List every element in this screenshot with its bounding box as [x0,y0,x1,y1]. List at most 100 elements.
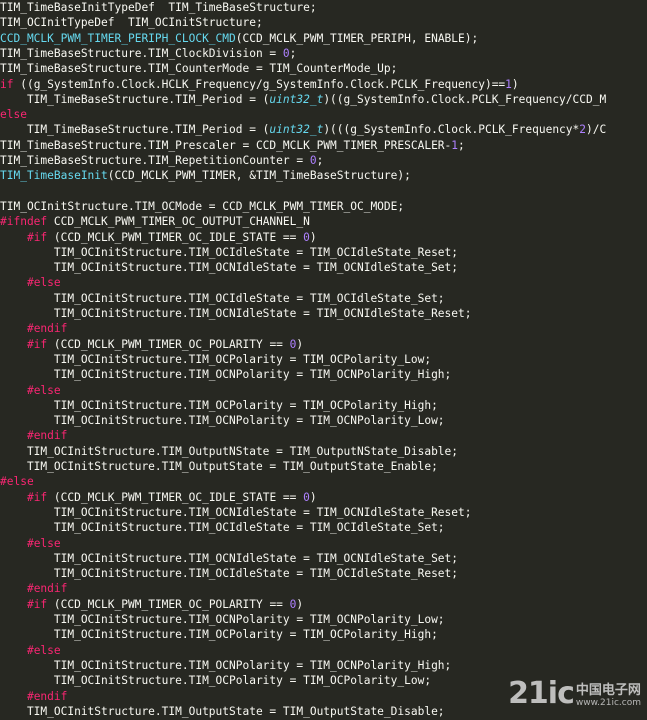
code-line: TIM_TimeBaseStructure.TIM_ClockDivision … [0,46,296,61]
code-line: #else [0,643,61,658]
code-line: TIM_TimeBaseInit(CCD_MCLK_PWM_TIMER, &TI… [0,168,411,183]
code-line: #endif [0,428,67,443]
code-token: CCD_MCLK_PWM_TIMER_PERIPH_CLOCK_CMD [0,31,236,45]
code-line: TIM_OCInitTypeDef TIM_OCInitStructure; [0,15,263,30]
code-token: TIM_OCInitStructure.TIM_OutputState = TI… [0,704,445,718]
code-line: TIM_OCInitStructure.TIM_OCMode = CCD_MCL… [0,199,404,214]
code-token: TIM_OCInitStructure.TIM_OCPolarity = TIM… [0,628,438,642]
code-line: TIM_OCInitStructure.TIM_OCPolarity = TIM… [0,352,431,367]
code-token: TIM_OCInitStructure.TIM_OutputState = TI… [0,460,438,473]
code-token: ) [309,230,317,244]
code-token: #ifndef [0,215,48,229]
code-token: ; [458,138,465,152]
code-line: TIM_OCInitStructure.TIM_OCIdleState = TI… [0,520,445,535]
code-token: uint32_t [269,123,324,137]
code-line: TIM_TimeBaseStructure.TIM_Period = (uint… [0,92,606,107]
code-line: TIM_OCInitStructure.TIM_OCIdleState = TI… [0,566,458,581]
code-line: CCD_MCLK_PWM_TIMER_PERIPH_CLOCK_CMD(CCD_… [0,31,478,46]
code-line: TIM_OCInitStructure.TIM_OCNIdleState = T… [0,306,472,321]
code-token: TIM_OCInitStructure.TIM_OCNPolarity = TI… [0,368,452,382]
code-line: TIM_OCInitStructure.TIM_OCNPolarity = TI… [0,612,445,627]
code-token: TIM_OCInitStructure.TIM_OCIdleState = TI… [0,567,459,581]
code-token: TIM_OCInitStructure.TIM_OCIdleState = TI… [0,521,445,535]
watermark: 21ic 中国电子网 www.21ic.com [481,670,641,716]
code-line: if ((g_SystemInfo.Clock.HCLK_Frequency/g… [0,77,519,92]
code-token: #else [26,643,61,657]
code-editor[interactable]: TIM_TimeBaseInitTypeDef TIM_TimeBaseStru… [0,0,647,720]
code-line: TIM_OCInitStructure.TIM_OCIdleState = TI… [0,291,445,306]
code-token: 0 [282,46,290,60]
code-token: ) [296,597,304,611]
code-token: ((g_SystemInfo.Clock.HCLK_Frequency/g_Sy… [13,77,506,91]
code-token: 0 [303,230,310,244]
code-line: #else [0,275,61,290]
code-line: TIM_OCInitStructure.TIM_OCNPolarity = TI… [0,413,445,428]
code-line: TIM_TimeBaseInitTypeDef TIM_TimeBaseStru… [0,0,317,15]
code-token: TIM_TimeBaseStructure.TIM_RepetitionCoun… [0,154,310,167]
code-line: TIM_OCInitStructure.TIM_OCNPolarity = TI… [0,367,451,382]
code-token: TIM_TimeBaseInit [0,169,108,183]
code-token: ; [289,46,297,60]
code-line: TIM_OCInitStructure.TIM_OCNIdleState = T… [0,505,472,520]
watermark-cn: 中国电子网 [575,682,641,698]
code-token: ) [309,490,317,504]
code-token: TIM_OCInitStructure.TIM_OCNIdleState = T… [0,261,459,275]
code-line: #else [0,536,61,551]
code-line: TIM_OCInitStructure.TIM_OCIdleState = TI… [0,245,458,260]
code-token: #else [0,475,34,489]
code-line: #if (CCD_MCLK_PWM_TIMER_OC_IDLE_STATE ==… [0,230,317,245]
code-token: )((g_SystemInfo.Clock.PCLK_Frequency/CCD… [323,92,607,106]
code-line: #endif [0,689,67,704]
code-line: TIM_TimeBaseStructure.TIM_CounterMode = … [0,61,397,76]
code-token: CCD_MCLK_PWM_TIMER_OC_OUTPUT_CHANNEL_N [47,215,310,229]
code-token: #endif [26,429,68,443]
code-token: TIM_OCInitStructure.TIM_OCMode = CCD_MCL… [0,199,405,213]
code-token: #else [26,383,61,397]
code-token: #if [26,230,48,244]
code-token: ) [296,337,304,351]
code-token: (CCD_MCLK_PWM_TIMER_OC_IDLE_STATE == [47,230,304,244]
watermark-url: www.21ic.com [575,697,641,708]
code-token: TIM_OCInitStructure.TIM_OCNPolarity = TI… [0,414,445,428]
code-token: #endif [26,582,68,596]
code-token: (CCD_MCLK_PWM_TIMER, &TIM_TimeBaseStruct… [107,169,411,183]
code-token: (CCD_MCLK_PWM_TIMER_PERIPH, ENABLE); [235,31,479,45]
code-token: TIM_TimeBaseStructure.TIM_Prescaler = CC… [0,138,452,152]
code-line: TIM_TimeBaseStructure.TIM_Period = (uint… [0,122,606,137]
code-token: else [0,108,27,122]
code-token: TIM_TimeBaseStructure.TIM_Period = ( [0,123,270,137]
code-token: TIM_OCInitStructure.TIM_OutputNState = T… [0,444,459,458]
code-token: TIM_OCInitStructure.TIM_OCIdleState = TI… [0,291,445,305]
code-line: TIM_OCInitStructure.TIM_OutputState = TI… [0,459,438,474]
code-line: TIM_OCInitStructure.TIM_OCPolarity = TIM… [0,627,438,642]
code-token: )/C [586,123,607,137]
code-token: TIM_OCInitStructure.TIM_OCNPolarity = TI… [0,658,452,672]
code-token: (CCD_MCLK_PWM_TIMER_OC_POLARITY == [47,597,290,611]
code-token: TIM_OCInitStructure.TIM_OCNIdleState = T… [0,551,459,565]
code-token: TIM_OCInitStructure.TIM_OCNIdleState = T… [0,307,472,320]
code-token: TIM_TimeBaseStructure.TIM_ClockDivision … [0,46,283,60]
code-token: 2 [579,123,587,137]
code-line: TIM_OCInitStructure.TIM_OutputNState = T… [0,444,458,459]
code-line: TIM_TimeBaseStructure.TIM_Prescaler = CC… [0,138,465,153]
code-token: #else [26,276,61,290]
code-token: TIM_OCInitStructure.TIM_OCNIdleState = T… [0,505,472,519]
code-line: TIM_OCInitStructure.TIM_OCPolarity = TIM… [0,673,431,688]
code-line: TIM_TimeBaseStructure.TIM_RepetitionCoun… [0,153,323,168]
code-line: #if (CCD_MCLK_PWM_TIMER_OC_POLARITY == 0… [0,337,303,352]
code-token: (CCD_MCLK_PWM_TIMER_OC_POLARITY == [47,337,290,351]
code-line: TIM_OCInitStructure.TIM_OCNIdleState = T… [0,551,458,566]
code-token: TIM_OCInitTypeDef TIM_OCInitStructure; [0,16,263,30]
code-token: 1 [505,77,512,91]
code-token: TIM_TimeBaseStructure.TIM_Period = ( [0,92,270,106]
